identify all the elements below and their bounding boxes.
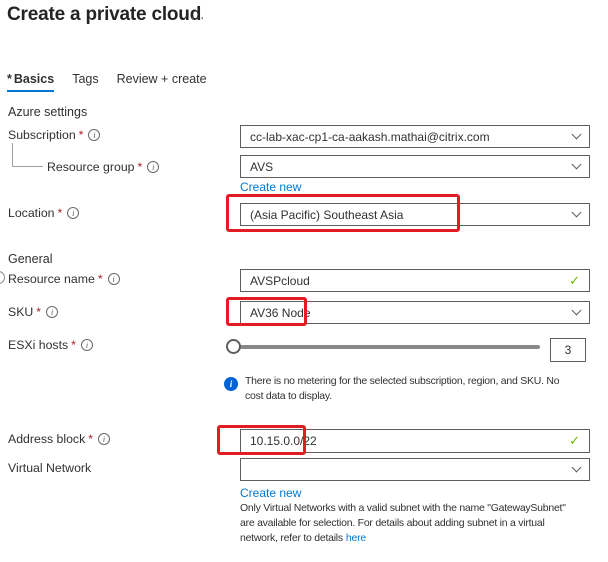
subscription-dropdown[interactable]: cc-lab-xac-cp1-ca-aakash.mathai@citrix.c… (240, 125, 590, 148)
info-tooltip-icon[interactable]: i (98, 433, 110, 445)
helper-line3: network, refer to detailshere (240, 531, 606, 546)
subscription-label-text: Subscription (8, 128, 76, 142)
resource-name-input[interactable]: AVSPcloud ✓ (240, 269, 590, 292)
required-asterisk: * (98, 272, 103, 286)
resource-name-label-text: Resource name (8, 272, 95, 286)
esxi-hosts-label: ESXi hosts * i (8, 338, 93, 352)
location-value: (Asia Pacific) Southeast Asia (250, 208, 403, 222)
virtual-network-label-text: Virtual Network (8, 461, 91, 475)
tab-tags-label: Tags (72, 72, 98, 86)
tree-connector-line (12, 143, 43, 167)
virtual-network-dropdown[interactable] (240, 458, 590, 481)
info-tooltip-icon[interactable]: i (67, 207, 79, 219)
no-metering-info-message: There is no metering for the selected su… (245, 374, 595, 404)
location-label-text: Location (8, 206, 55, 220)
info-tooltip-icon[interactable]: i (81, 339, 93, 351)
sku-dropdown[interactable]: AV36 Node (240, 301, 590, 324)
required-asterisk: * (7, 72, 12, 86)
more-options-icon[interactable]: … (190, 6, 206, 23)
tab-bar: *Basics Tags Review + create (7, 72, 207, 92)
subscription-label: Subscription * i (8, 128, 100, 142)
sku-label-text: SKU (8, 305, 33, 319)
create-new-resource-group-link[interactable]: Create new (240, 180, 301, 194)
helper-line1: Only Virtual Networks with a valid subne… (240, 501, 606, 516)
tab-basics[interactable]: *Basics (7, 72, 54, 92)
clipped-info-icon (0, 271, 5, 284)
validation-check-icon: ✓ (569, 273, 580, 289)
required-asterisk: * (138, 160, 143, 174)
chevron-down-icon (572, 130, 582, 140)
info-message-line2: cost data to display. (245, 389, 595, 404)
chevron-down-icon (572, 463, 582, 473)
tab-review-create[interactable]: Review + create (117, 72, 207, 92)
tab-review-create-label: Review + create (117, 72, 207, 86)
info-tooltip-icon[interactable]: i (108, 273, 120, 285)
resource-group-label: Resource group * i (47, 160, 159, 174)
helper-line3-text: network, refer to details (240, 532, 343, 544)
create-new-virtual-network-link[interactable]: Create new (240, 486, 301, 500)
resource-group-dropdown[interactable]: AVS (240, 155, 590, 178)
info-tooltip-icon[interactable]: i (147, 161, 159, 173)
chevron-down-icon (572, 208, 582, 218)
info-tooltip-icon[interactable]: i (88, 129, 100, 141)
create-private-cloud-page: Create a private cloud … *Basics Tags Re… (0, 0, 608, 562)
virtual-network-label: Virtual Network (8, 461, 91, 475)
sku-value: AV36 Node (250, 306, 311, 320)
required-asterisk: * (79, 128, 84, 142)
address-block-input[interactable]: 10.15.0.0/22 ✓ (240, 429, 590, 453)
resource-group-value: AVS (250, 160, 273, 174)
esxi-hosts-count-input[interactable]: 3 (550, 338, 586, 362)
here-link[interactable]: here (346, 532, 366, 544)
subscription-value: cc-lab-xac-cp1-ca-aakash.mathai@citrix.c… (250, 130, 490, 144)
address-block-label: Address block * i (8, 432, 110, 446)
esxi-hosts-slider-track[interactable] (240, 345, 540, 349)
resource-group-label-text: Resource group (47, 160, 135, 174)
location-dropdown[interactable]: (Asia Pacific) Southeast Asia (240, 203, 590, 226)
info-message-line1: There is no metering for the selected su… (245, 374, 595, 389)
tab-tags[interactable]: Tags (72, 72, 98, 92)
sku-label: SKU * i (8, 305, 58, 319)
location-label: Location * i (8, 206, 79, 220)
esxi-hosts-label-text: ESXi hosts (8, 338, 68, 352)
helper-line2: are available for selection. For details… (240, 516, 606, 531)
required-asterisk: * (71, 338, 76, 352)
info-icon: i (224, 377, 238, 391)
required-asterisk: * (36, 305, 41, 319)
esxi-hosts-slider-handle[interactable] (226, 339, 241, 354)
required-asterisk: * (58, 206, 63, 220)
virtual-network-helper-text: Only Virtual Networks with a valid subne… (240, 501, 606, 546)
required-asterisk: * (88, 432, 93, 446)
azure-settings-heading: Azure settings (8, 105, 87, 119)
address-block-value: 10.15.0.0/22 (250, 434, 317, 448)
chevron-down-icon (572, 306, 582, 316)
resource-name-label: Resource name * i (8, 272, 120, 286)
general-heading: General (8, 252, 52, 266)
chevron-down-icon (572, 160, 582, 170)
page-title: Create a private cloud (7, 4, 201, 26)
address-block-label-text: Address block (8, 432, 85, 446)
tab-basics-label: Basics (14, 72, 54, 86)
resource-name-value: AVSPcloud (250, 274, 310, 288)
info-tooltip-icon[interactable]: i (46, 306, 58, 318)
esxi-hosts-count-value: 3 (565, 343, 572, 357)
validation-check-icon: ✓ (569, 433, 580, 449)
